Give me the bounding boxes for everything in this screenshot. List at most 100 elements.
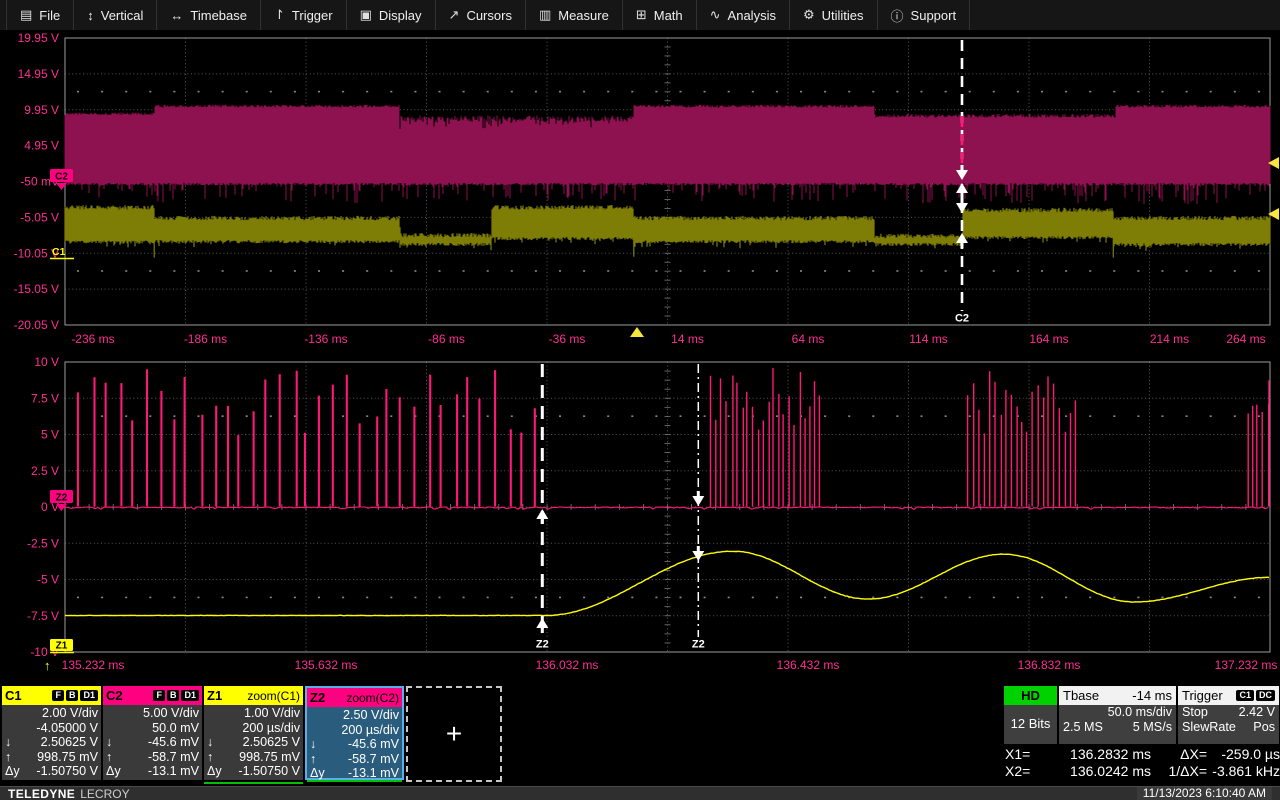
row-value: 2.50625 V: [29, 735, 98, 750]
menu-item-math[interactable]: ⊞Math: [623, 0, 697, 30]
math-icon: ⊞: [636, 7, 647, 23]
descriptor-row: ↑998.75 mV: [207, 750, 300, 765]
support-icon: ⓘ: [891, 6, 904, 25]
descriptor-values: 5.00 V/div50.0 mV↓-45.6 mV↑-58.7 mVΔy-13…: [103, 705, 202, 779]
file-icon: ▤: [20, 7, 32, 23]
descriptor-row: Δy-13.1 mV: [106, 764, 199, 779]
row-symbol: Δy: [5, 764, 29, 779]
menu-item-support[interactable]: ⓘ Support: [878, 0, 971, 30]
trigger-level: 2.42 V: [1239, 705, 1275, 720]
menu-item-measure[interactable]: ▥Measure: [526, 0, 623, 30]
row-symbol: ↓: [5, 735, 29, 750]
hd-bits: 12 Bits: [1004, 705, 1057, 743]
menu-item-analysis[interactable]: ∿Analysis: [697, 0, 790, 30]
svg-text:4.95 V: 4.95 V: [24, 139, 59, 153]
trigger-time-marker[interactable]: [630, 327, 644, 337]
row-value: 2.50 V/div: [334, 708, 399, 723]
svg-text:-36 ms: -36 ms: [549, 332, 586, 346]
c1-zero-marker[interactable]: C1: [50, 246, 74, 259]
row-symbol: [207, 721, 231, 736]
row-value: 200 µs/div: [334, 723, 399, 738]
z2-pulse-burst: [711, 368, 820, 507]
menu-item-file[interactable]: ▤ File: [6, 0, 74, 30]
cursors-icon: ↗: [449, 7, 460, 23]
channel-descriptor-z1[interactable]: Z1 zoom(C1) 1.00 V/div200 µs/div↓2.50625 V…: [204, 686, 303, 780]
channel-name: Z1: [207, 688, 222, 703]
channel-descriptor-z2[interactable]: Z2zoom(C2)2.50 V/div200 µs/div↓-45.6 mV↑…: [305, 686, 404, 780]
menu-item-trigger[interactable]: ↾Trigger: [261, 0, 347, 30]
row-value: -13.1 mV: [130, 764, 199, 779]
menu-item-display[interactable]: ▣Display: [347, 0, 436, 30]
timebase-icon: ↔: [170, 8, 183, 23]
svg-text:7.5 V: 7.5 V: [31, 391, 59, 405]
row-symbol: Δy: [310, 766, 334, 781]
menu-item-label: Measure: [558, 8, 609, 23]
descriptor-row: 200 µs/div: [207, 721, 300, 736]
invdx-label: 1/ΔX=: [1151, 763, 1207, 780]
channel-badge-d1: D1: [181, 690, 199, 702]
row-value: -1.50750 V: [29, 764, 98, 779]
status-bar: TELEDYNE LECROY 11/13/2023 6:10:40 AM: [0, 786, 1280, 800]
svg-text:264 ms: 264 ms: [1226, 332, 1265, 346]
svg-text:-5 V: -5 V: [37, 573, 59, 587]
hd-mode-box[interactable]: HD 12 Bits: [1004, 686, 1057, 744]
brand-lecroy: LECROY: [80, 787, 129, 800]
analysis-icon: ∿: [710, 7, 721, 23]
descriptor-row: ↓2.50625 V: [5, 735, 98, 750]
row-value: 5.00 V/div: [130, 706, 199, 721]
svg-text:Z2: Z2: [536, 639, 549, 651]
x2-value: 136.0242 ms: [1045, 763, 1151, 780]
menu-item-label: Cursors: [466, 8, 512, 23]
menu-item-label: File: [39, 8, 60, 23]
descriptor-values: 2.50 V/div200 µs/div↓-45.6 mV↑-58.7 mVΔy…: [307, 707, 402, 781]
timebase-box[interactable]: Tbase -14 ms 50.0 ms/div 2.5 MS 5 MS/s: [1059, 686, 1176, 744]
menu-item-label: Timebase: [190, 8, 247, 23]
channel-badge-b: B: [66, 690, 79, 702]
dx-label: ΔX=: [1151, 746, 1207, 763]
svg-text:C1: C1: [52, 246, 66, 258]
menu-item-vertical[interactable]: ↕Vertical: [74, 0, 157, 30]
menu-item-timebase[interactable]: ↔ Timebase: [157, 0, 261, 30]
row-symbol: [106, 721, 130, 736]
descriptor-row: ↑-58.7 mV: [310, 752, 399, 767]
svg-text:19.95 V: 19.95 V: [18, 32, 59, 45]
menu-item-cursors[interactable]: ↗ Cursors: [436, 0, 526, 30]
channel-descriptor-c1[interactable]: C1FBD12.00 V/div-4.05000 V↓2.50625 V↑998…: [2, 686, 101, 780]
row-symbol: ↓: [207, 735, 231, 750]
utilities-icon: ⚙: [803, 7, 815, 23]
channel-name: C2: [106, 688, 123, 703]
svg-text:-236 ms: -236 ms: [71, 332, 114, 346]
trigger-type: SlewRate: [1182, 720, 1236, 735]
svg-text:14.95 V: 14.95 V: [18, 67, 59, 81]
row-value: 1.00 V/div: [231, 706, 300, 721]
oscilloscope-app: ▤File↕Vertical↔Timebase↾Trigger▣Display↗…: [0, 0, 1280, 800]
descriptor-row: 50.0 mV: [106, 721, 199, 736]
channel-descriptor-c2[interactable]: C2FBD15.00 V/div50.0 mV↓-45.6 mV↑-58.7 m…: [103, 686, 202, 780]
bottom-y-axis-labels: 10 V7.5 V5 V2.5 V0 V-2.5 V-5 V-7.5 V-10 …: [27, 355, 59, 659]
clock: 11/13/2023 6:10:40 AM: [1137, 787, 1272, 800]
svg-text:Z2: Z2: [692, 639, 705, 651]
row-value: -13.1 mV: [334, 766, 399, 781]
menu-item-label: Support: [911, 8, 957, 23]
svg-text:Z2: Z2: [56, 493, 68, 504]
svg-text:135.232 ms: 135.232 ms: [62, 658, 125, 672]
svg-text:137.232 ms: 137.232 ms: [1215, 658, 1278, 672]
x2-label: X2=: [1005, 763, 1045, 780]
cursor-readout: X1= 136.2832 ms ΔX= -259.0 µs X2= 136.02…: [1005, 746, 1280, 780]
descriptor-area: + HD 12 Bits Tbase -14 ms 50.0 ms/div 2.…: [0, 684, 1280, 786]
bottom-x-axis-labels: 135.232 ms135.632 ms136.032 ms136.432 ms…: [62, 658, 1278, 672]
descriptor-values: 2.00 V/div-4.05000 V↓2.50625 V↑998.75 mV…: [2, 705, 101, 779]
menu-item-label: Vertical: [101, 8, 144, 23]
row-value: 50.0 mV: [130, 721, 199, 736]
descriptor-row: ↓2.50625 V: [207, 735, 300, 750]
svg-text:-2.5 V: -2.5 V: [27, 536, 59, 550]
trigger-box[interactable]: Trigger C1 DC Stop 2.42 V SlewRate Pos: [1178, 686, 1279, 744]
descriptor-row: 2.00 V/div: [5, 706, 98, 721]
add-trace-button[interactable]: +: [406, 686, 502, 782]
menu-item-utilities[interactable]: ⚙Utilities: [790, 0, 878, 30]
descriptor-row: ↓-45.6 mV: [106, 735, 199, 750]
zoom-source-label: zoom(C2): [346, 691, 399, 705]
zoom-source-label: zoom(C1): [247, 689, 300, 703]
svg-text:136.432 ms: 136.432 ms: [777, 658, 840, 672]
row-symbol: [5, 721, 29, 736]
